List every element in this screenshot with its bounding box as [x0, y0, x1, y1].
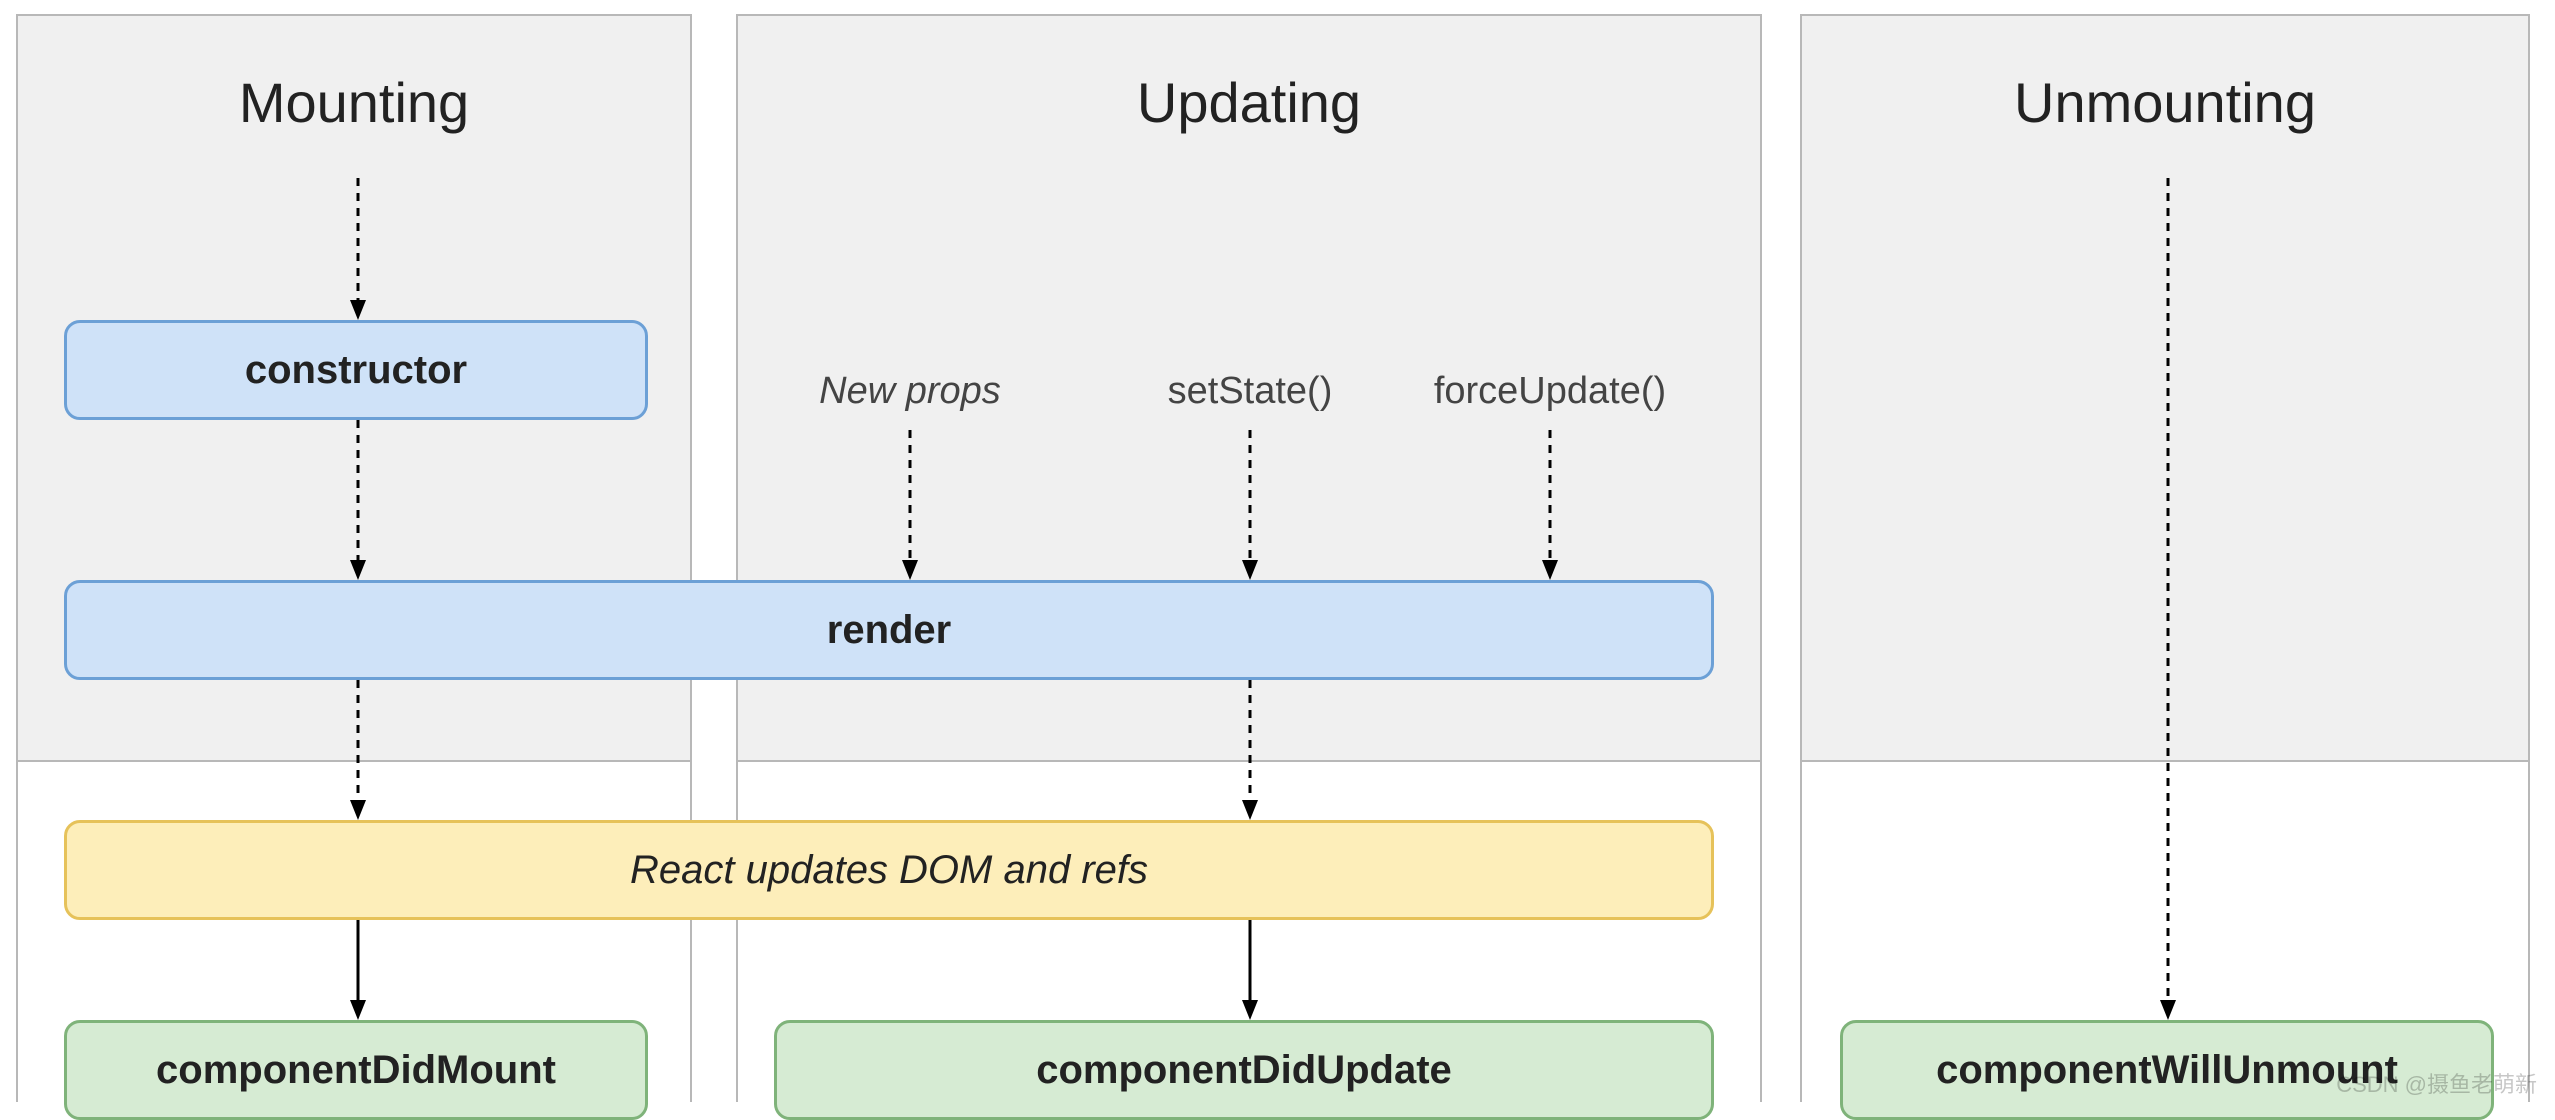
box-constructor: constructor — [64, 320, 648, 420]
box-component-did-update: componentDidUpdate — [774, 1020, 1714, 1120]
trigger-set-state: setState() — [1100, 370, 1400, 413]
trigger-new-props: New props — [760, 370, 1060, 413]
title-mounting: Mounting — [16, 70, 692, 135]
title-updating: Updating — [736, 70, 1762, 135]
watermark: CSDN @摄鱼老萌新 — [2336, 1067, 2537, 1099]
trigger-force-update: forceUpdate() — [1400, 370, 1700, 413]
title-unmounting: Unmounting — [1800, 70, 2530, 135]
box-render: render — [64, 580, 1714, 680]
box-react-updates-dom: React updates DOM and refs — [64, 820, 1714, 920]
box-component-did-mount: componentDidMount — [64, 1020, 648, 1120]
lifecycle-diagram: Mounting Updating Unmounting New props s… — [0, 0, 2555, 1109]
